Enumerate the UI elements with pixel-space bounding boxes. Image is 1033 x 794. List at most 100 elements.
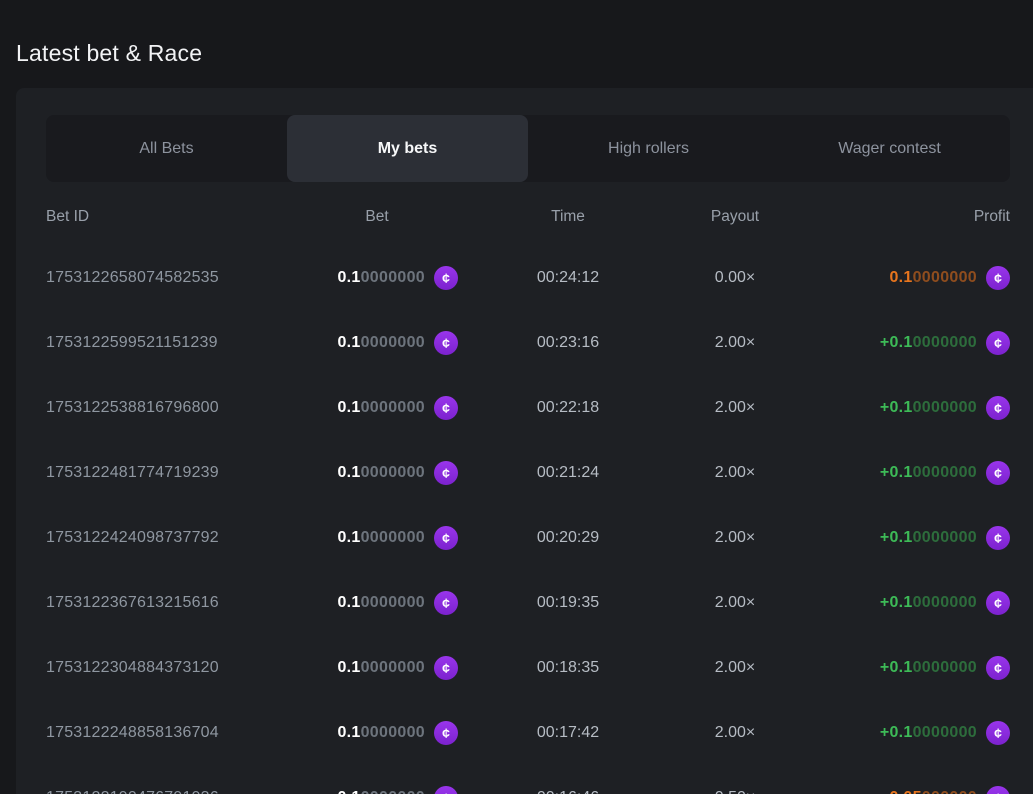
bet-id: 1753122190476791936 (46, 789, 296, 794)
page-title: Latest bet & Race (16, 40, 202, 67)
bet-id: 1753122481774719239 (46, 464, 296, 482)
coin-icon: ¢ (434, 266, 458, 290)
coin-icon: ¢ (434, 656, 458, 680)
bet-profit: +0.10000000 (880, 594, 977, 612)
coin-icon: ¢ (434, 591, 458, 615)
bet-time: 00:20:29 (458, 529, 678, 547)
bet-amount-cell: 0.10000000 ¢ (296, 721, 458, 745)
bet-amount: 0.10000000 (337, 399, 425, 417)
tab-wager-contest[interactable]: Wager contest (769, 115, 1010, 182)
coin-icon: ¢ (986, 786, 1010, 794)
bet-amount: 0.10000000 (337, 789, 425, 794)
bet-amount: 0.10000000 (337, 659, 425, 677)
table-row[interactable]: 1753122599521151239 0.10000000 ¢ 00:23:1… (46, 310, 1010, 375)
bet-profit: 0.10000000 (889, 269, 977, 287)
bet-payout: 2.00× (678, 399, 828, 417)
bet-amount-cell: 0.10000000 ¢ (296, 331, 458, 355)
bet-rows: 1753122658074582535 0.10000000 ¢ 00:24:1… (46, 245, 1010, 794)
latest-bets-panel: All Bets My bets High rollers Wager cont… (16, 88, 1033, 794)
bet-payout: 2.00× (678, 594, 828, 612)
bet-profit: +0.10000000 (880, 529, 977, 547)
bet-amount-cell: 0.10000000 ¢ (296, 396, 458, 420)
table-row[interactable]: 1753122248858136704 0.10000000 ¢ 00:17:4… (46, 700, 1010, 765)
bet-payout: 2.00× (678, 659, 828, 677)
bet-profit-cell: +0.10000000 ¢ (828, 396, 1010, 420)
tab-all-bets[interactable]: All Bets (46, 115, 287, 182)
bet-profit: +0.10000000 (880, 464, 977, 482)
table-row[interactable]: 1753122481774719239 0.10000000 ¢ 00:21:2… (46, 440, 1010, 505)
bets-tabbar: All Bets My bets High rollers Wager cont… (46, 115, 1010, 182)
bet-profit: +0.10000000 (880, 334, 977, 352)
bet-id: 1753122658074582535 (46, 269, 296, 287)
bet-amount: 0.10000000 (337, 269, 425, 287)
bet-profit: +0.10000000 (880, 724, 977, 742)
coin-icon: ¢ (986, 526, 1010, 550)
bet-payout: 0.00× (678, 269, 828, 287)
header-bet: Bet (296, 208, 458, 226)
bet-time: 00:23:16 (458, 334, 678, 352)
coin-icon: ¢ (986, 266, 1010, 290)
table-row[interactable]: 1753122304884373120 0.10000000 ¢ 00:18:3… (46, 635, 1010, 700)
bet-id: 1753122538816796800 (46, 399, 296, 417)
tab-my-bets[interactable]: My bets (287, 115, 528, 182)
coin-icon: ¢ (986, 721, 1010, 745)
header-payout: Payout (678, 208, 828, 226)
bet-payout: 2.00× (678, 724, 828, 742)
coin-icon: ¢ (986, 656, 1010, 680)
coin-icon: ¢ (434, 786, 458, 794)
bet-amount-cell: 0.10000000 ¢ (296, 591, 458, 615)
bet-id: 1753122304884373120 (46, 659, 296, 677)
bet-amount-cell: 0.10000000 ¢ (296, 656, 458, 680)
table-row[interactable]: 1753122424098737792 0.10000000 ¢ 00:20:2… (46, 505, 1010, 570)
coin-icon: ¢ (434, 331, 458, 355)
bet-amount-cell: 0.10000000 ¢ (296, 461, 458, 485)
bet-amount: 0.10000000 (337, 334, 425, 352)
bet-amount-cell: 0.10000000 ¢ (296, 786, 458, 794)
bet-time: 00:22:18 (458, 399, 678, 417)
bet-profit-cell: +0.10000000 ¢ (828, 331, 1010, 355)
bet-profit: 0.05000000 (889, 789, 977, 794)
bet-profit-cell: +0.10000000 ¢ (828, 461, 1010, 485)
bet-payout: 0.50× (678, 789, 828, 794)
bet-payout: 2.00× (678, 334, 828, 352)
table-row[interactable]: 1753122367613215616 0.10000000 ¢ 00:19:3… (46, 570, 1010, 635)
table-row[interactable]: 1753122658074582535 0.10000000 ¢ 00:24:1… (46, 245, 1010, 310)
bet-profit-cell: 0.05000000 ¢ (828, 786, 1010, 794)
bet-time: 00:18:35 (458, 659, 678, 677)
tab-high-rollers[interactable]: High rollers (528, 115, 769, 182)
bet-time: 00:16:46 (458, 789, 678, 794)
bet-payout: 2.00× (678, 464, 828, 482)
table-row[interactable]: 1753122538816796800 0.10000000 ¢ 00:22:1… (46, 375, 1010, 440)
bet-profit-cell: +0.10000000 ¢ (828, 526, 1010, 550)
bet-id: 1753122599521151239 (46, 334, 296, 352)
bet-time: 00:24:12 (458, 269, 678, 287)
bet-profit-cell: +0.10000000 ¢ (828, 591, 1010, 615)
bet-amount: 0.10000000 (337, 594, 425, 612)
bet-payout: 2.00× (678, 529, 828, 547)
bet-amount: 0.10000000 (337, 464, 425, 482)
bet-time: 00:21:24 (458, 464, 678, 482)
bet-amount: 0.10000000 (337, 529, 425, 547)
coin-icon: ¢ (986, 331, 1010, 355)
coin-icon: ¢ (434, 461, 458, 485)
bet-id: 1753122424098737792 (46, 529, 296, 547)
header-bet-id: Bet ID (46, 208, 296, 226)
header-time: Time (458, 208, 678, 226)
coin-icon: ¢ (434, 396, 458, 420)
bet-profit-cell: 0.10000000 ¢ (828, 266, 1010, 290)
bet-time: 00:17:42 (458, 724, 678, 742)
bet-profit-cell: +0.10000000 ¢ (828, 721, 1010, 745)
table-row[interactable]: 1753122190476791936 0.10000000 ¢ 00:16:4… (46, 765, 1010, 794)
bet-amount-cell: 0.10000000 ¢ (296, 526, 458, 550)
bet-time: 00:19:35 (458, 594, 678, 612)
coin-icon: ¢ (986, 591, 1010, 615)
bet-id: 1753122367613215616 (46, 594, 296, 612)
bet-amount-cell: 0.10000000 ¢ (296, 266, 458, 290)
coin-icon: ¢ (434, 526, 458, 550)
coin-icon: ¢ (986, 396, 1010, 420)
table-header-row: Bet ID Bet Time Payout Profit (46, 195, 1010, 239)
header-profit: Profit (828, 208, 1010, 226)
bet-amount: 0.10000000 (337, 724, 425, 742)
bet-id: 1753122248858136704 (46, 724, 296, 742)
coin-icon: ¢ (434, 721, 458, 745)
